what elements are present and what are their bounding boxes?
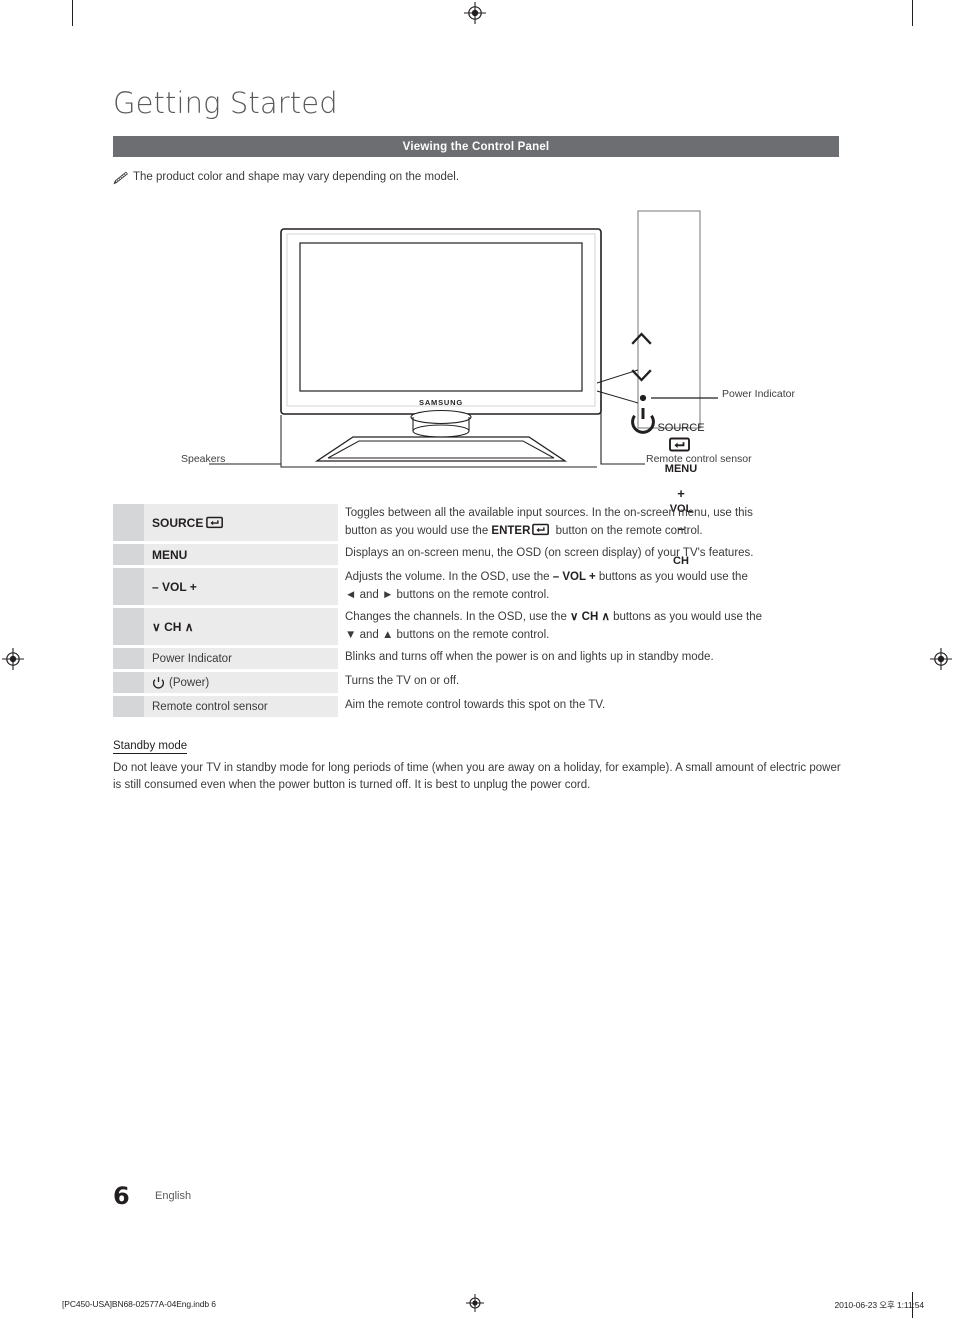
- row-key: SOURCE: [144, 504, 338, 541]
- enter-keyword: ENTER: [491, 524, 531, 537]
- row-swatch: [113, 696, 144, 717]
- row-description-line1: Aim the remote control towards this spot…: [345, 699, 606, 711]
- row-description-line2: ▼ and ▲ buttons on the remote control.: [345, 628, 550, 641]
- registration-mark-left: [2, 648, 24, 670]
- row-key-label: Remote control sensor: [152, 700, 268, 713]
- samsung-logo: SAMSUNG: [419, 398, 463, 407]
- enter-source-icon: [532, 523, 550, 536]
- row-key: (Power): [144, 672, 338, 693]
- callout-speakers: Speakers: [181, 453, 226, 465]
- row-key: ∨ CH ∧: [144, 608, 338, 645]
- row-key-label: SOURCE: [152, 515, 204, 530]
- power-indicator-dot-icon: [639, 394, 647, 402]
- row-description-line1: Turns the TV on or off.: [345, 675, 460, 687]
- row-description-line1a: Adjusts the volume. In the OSD, use the: [345, 571, 553, 583]
- row-key: Remote control sensor: [144, 696, 338, 717]
- table-row: MENU Displays an on-screen menu, the OSD…: [113, 544, 839, 565]
- row-description-line2a: button as you would use the: [345, 524, 492, 537]
- registration-mark-right: [930, 648, 952, 670]
- row-key-label: Power Indicator: [152, 652, 232, 665]
- row-key: Power Indicator: [144, 648, 338, 669]
- row-description-line1: Blinks and turns off when the power is o…: [345, 651, 714, 663]
- model-variation-note-text: The product color and shape may vary dep…: [133, 171, 460, 183]
- table-row: Power Indicator Blinks and turns off whe…: [113, 648, 839, 669]
- table-row: Remote control sensor Aim the remote con…: [113, 696, 839, 717]
- row-description: Toggles between all the available input …: [338, 504, 839, 541]
- row-description: Turns the TV on or off.: [338, 672, 839, 693]
- row-description-line2: ◄ and ► buttons on the remote control.: [345, 588, 550, 601]
- row-swatch: [113, 672, 144, 693]
- row-description: Displays an on-screen menu, the OSD (on …: [338, 544, 839, 565]
- row-description: Aim the remote control towards this spot…: [338, 696, 839, 717]
- standby-mode-body: Do not leave your TV in standby mode for…: [113, 760, 841, 795]
- control-source-label: SOURCE: [657, 422, 705, 434]
- row-key-label: – VOL +: [152, 579, 197, 594]
- power-symbol-icon: [152, 676, 165, 689]
- standby-mode-heading: Standby mode: [113, 740, 188, 754]
- registration-mark-bottom: [466, 1294, 484, 1312]
- row-description-line2b: button on the remote control.: [552, 524, 703, 537]
- row-swatch: [113, 648, 144, 669]
- row-description-line1b: buttons as you would use the: [609, 611, 763, 623]
- row-swatch: [113, 544, 144, 565]
- row-key: MENU: [144, 544, 338, 565]
- row-swatch: [113, 608, 144, 645]
- table-row: SOURCE Toggles between all the available…: [113, 504, 839, 541]
- page-content: Getting Started Viewing the Control Pane…: [113, 0, 841, 1321]
- vol-keyword: – VOL +: [552, 571, 596, 583]
- row-description: Adjusts the volume. In the OSD, use the …: [338, 568, 839, 605]
- enter-source-icon: [206, 516, 224, 529]
- standby-body-line1: Do not leave your TV in standby mode for…: [113, 762, 754, 774]
- table-row: (Power) Turns the TV on or off.: [113, 672, 839, 693]
- row-description: Blinks and turns off when the power is o…: [338, 648, 839, 669]
- control-panel-spec-table: SOURCE Toggles between all the available…: [113, 504, 839, 720]
- page-title: Getting Started: [113, 86, 338, 120]
- callout-remote-control-sensor: Remote control sensor: [646, 453, 752, 465]
- row-swatch: [113, 504, 144, 541]
- row-description-line1: Displays an on-screen menu, the OSD (on …: [345, 547, 754, 559]
- ch-keyword: ∨ CH ∧: [570, 611, 610, 623]
- row-description-line1a: Changes the channels. In the OSD, use th…: [345, 611, 571, 623]
- row-description-line1b: buttons as you would use the: [595, 571, 748, 583]
- callout-power-indicator: Power Indicator: [722, 388, 795, 400]
- row-swatch: [113, 568, 144, 605]
- row-description-line1: Toggles between all the available input …: [345, 507, 753, 519]
- page-language: English: [155, 1190, 192, 1202]
- section-header: Viewing the Control Panel: [113, 136, 839, 157]
- row-key-label: ∨ CH ∧: [152, 619, 194, 634]
- print-timestamp: 2010-06-23 오후 1:11:54: [834, 1300, 925, 1310]
- model-variation-note: The product color and shape may vary dep…: [113, 171, 839, 185]
- control-vol-plus-label: +: [677, 486, 685, 501]
- row-key-label: (Power): [169, 676, 210, 689]
- trim-mark-top-right: [912, 0, 913, 26]
- row-key-label: MENU: [152, 547, 188, 562]
- page-number: 6: [113, 1182, 130, 1210]
- table-row: – VOL + Adjusts the volume. In the OSD, …: [113, 568, 839, 605]
- table-row: ∨ CH ∧ Changes the channels. In the OSD,…: [113, 608, 839, 645]
- enter-source-icon: [669, 437, 691, 452]
- row-description: Changes the channels. In the OSD, use th…: [338, 608, 839, 645]
- row-key: – VOL +: [144, 568, 338, 605]
- print-file-name: [PC450-USA]BN68-02577A-04Eng.indb 6: [62, 1299, 216, 1309]
- pencil-icon: [113, 171, 129, 185]
- control-panel-diagram: SAMSUNG SOURCE MENU + VOL – CH: [113, 205, 839, 567]
- section-header-label: Viewing the Control Panel: [402, 140, 550, 153]
- trim-mark-top-left: [72, 0, 73, 26]
